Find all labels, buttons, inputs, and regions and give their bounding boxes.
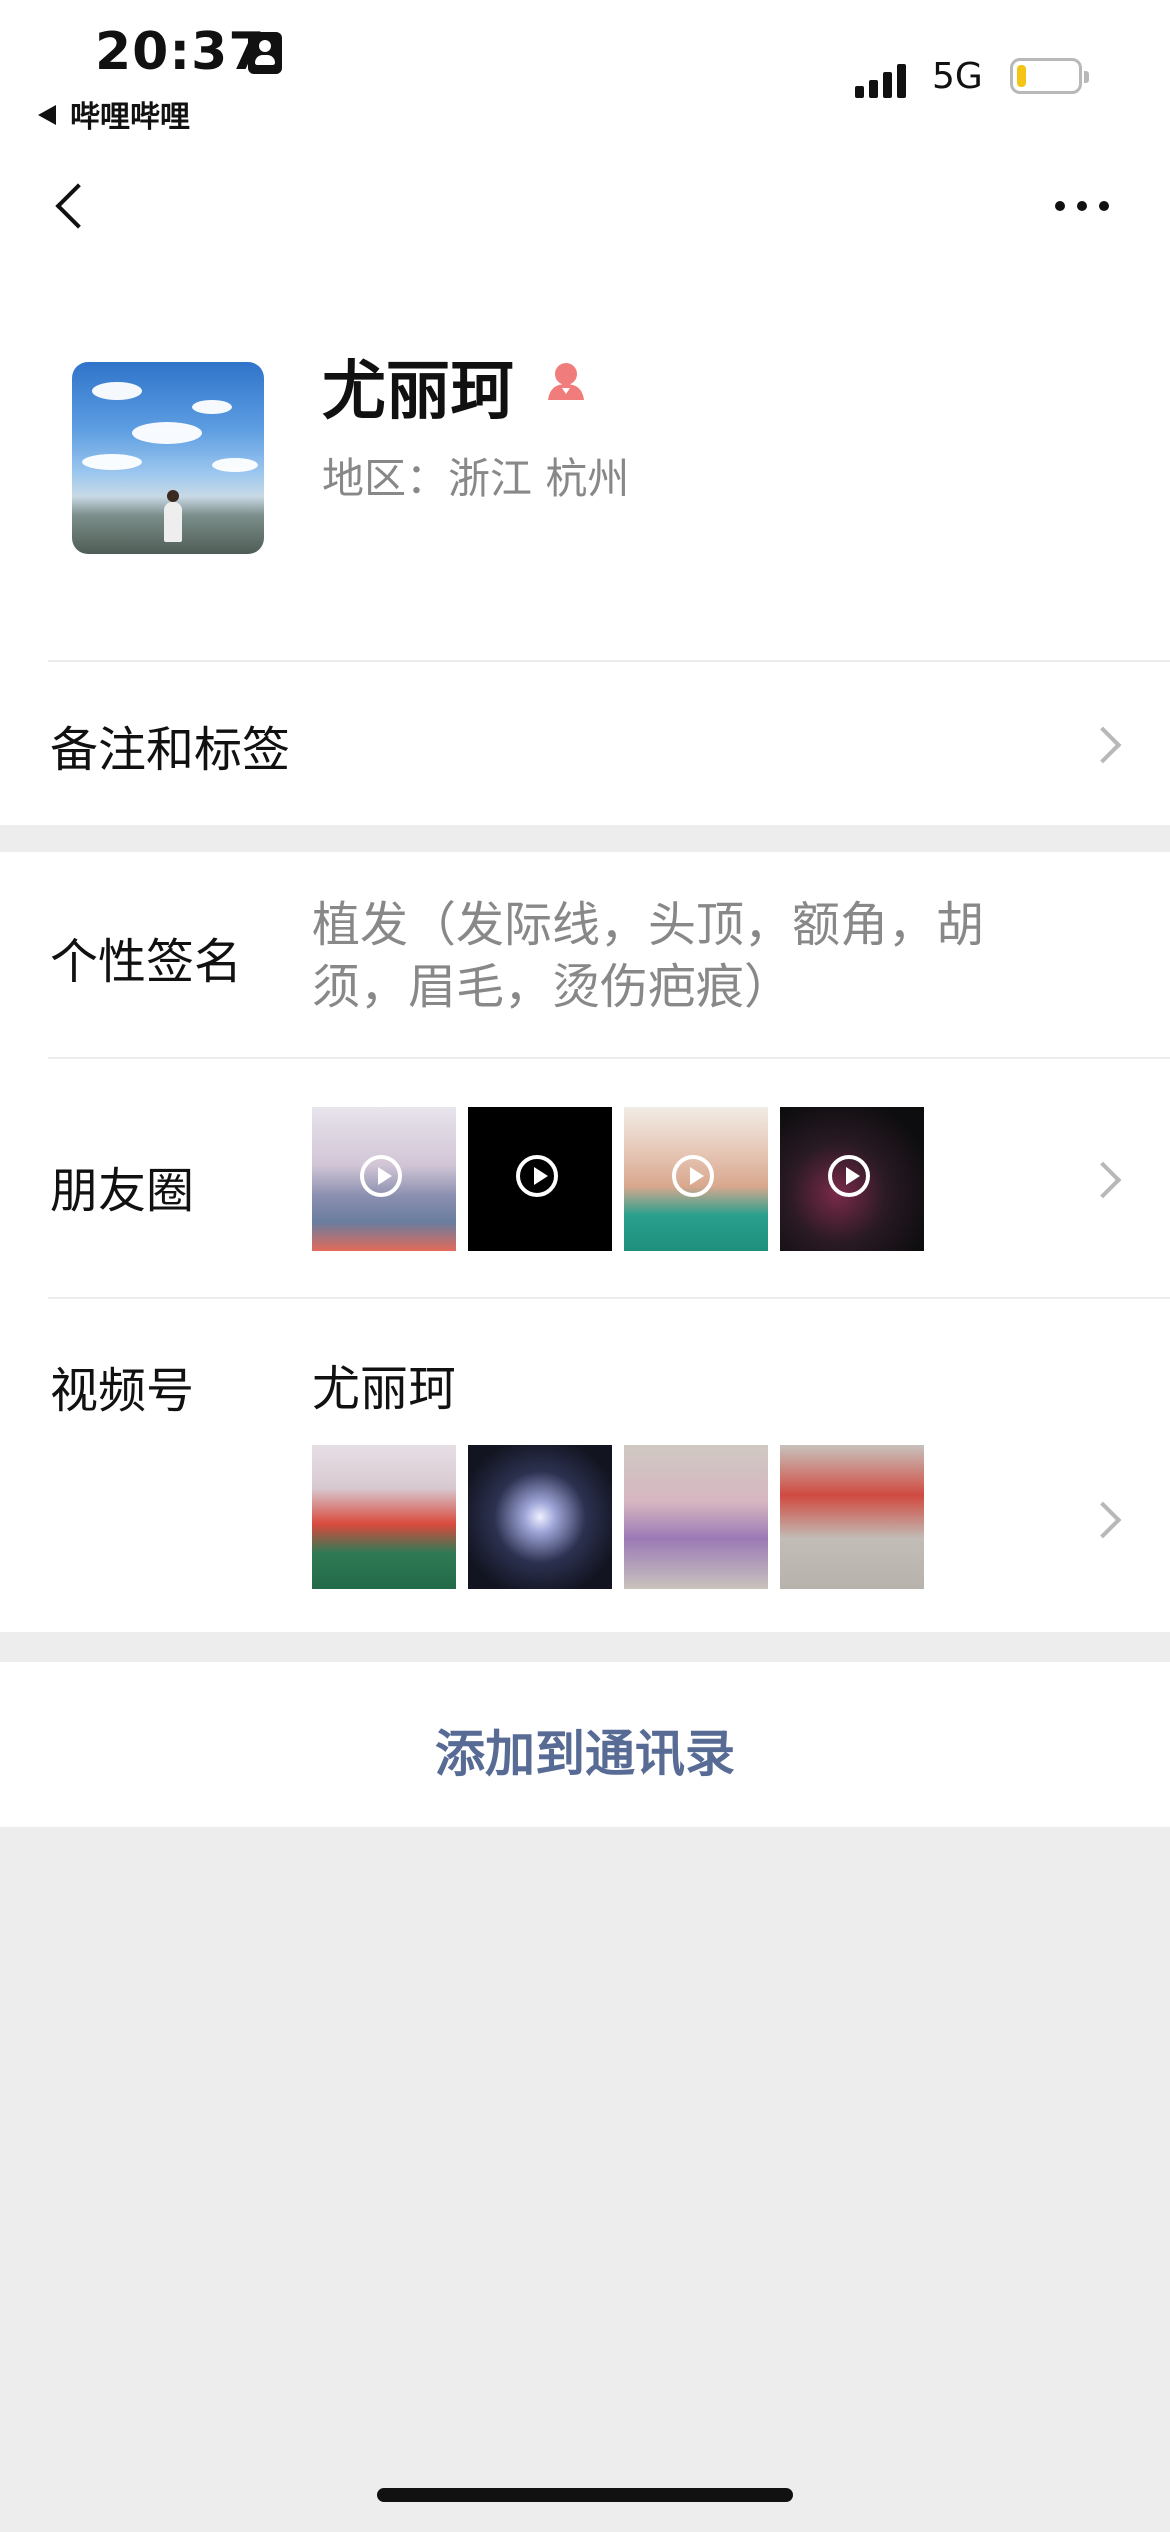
play-icon (360, 1155, 402, 1197)
channels-row[interactable]: 视频号 尤丽珂 (0, 1299, 1170, 1632)
notes-tags-label: 备注和标签 (50, 722, 291, 778)
add-contact-section: 添加到通讯录 (0, 1662, 1170, 1827)
moments-row[interactable]: 朋友圈 (0, 1059, 1170, 1297)
signature-text: 植发（发际线，头顶，额角，胡须，眉毛，烫伤疤痕） (312, 897, 985, 1015)
female-icon (548, 363, 584, 400)
moments-thumbnail[interactable] (624, 1107, 768, 1251)
moments-thumbnail[interactable] (468, 1107, 612, 1251)
channels-name: 尤丽珂 (312, 1361, 457, 1417)
notes-tags-row[interactable]: 备注和标签 (0, 660, 1170, 825)
add-to-contacts-button[interactable]: 添加到通讯录 (0, 1714, 1170, 1786)
channels-label: 视频号 (50, 1363, 195, 1419)
moments-thumbnail[interactable] (780, 1107, 924, 1251)
moments-label: 朋友圈 (50, 1163, 195, 1219)
home-indicator[interactable] (377, 2488, 793, 2502)
signal-icon (855, 58, 915, 98)
back-to-app-link[interactable]: 哔哩哔哩 (38, 92, 190, 136)
chevron-right-icon (1084, 1501, 1122, 1539)
divider (48, 660, 1170, 662)
contact-name: 尤丽珂 (322, 355, 514, 429)
status-time: 20:37 (95, 22, 266, 82)
channels-thumbnail[interactable] (780, 1445, 924, 1589)
play-icon (672, 1155, 714, 1197)
signature-label: 个性签名 (50, 934, 243, 990)
profile-details: 个性签名 植发（发际线，头顶，额角，胡须，眉毛，烫伤疤痕） 朋友圈 视频号 尤丽… (0, 852, 1170, 1632)
play-icon (516, 1155, 558, 1197)
signature-row: 个性签名 植发（发际线，头顶，额角，胡须，眉毛，烫伤疤痕） (0, 852, 1170, 1057)
chevron-right-icon (1084, 726, 1122, 764)
more-options-button[interactable] (1055, 190, 1115, 220)
back-triangle-icon (38, 105, 56, 125)
moments-thumbnail[interactable] (312, 1107, 456, 1251)
chevron-right-icon (1084, 1161, 1122, 1199)
contact-card-icon (248, 32, 282, 74)
contact-region: 地区：浙江 杭州 (322, 454, 630, 503)
battery-icon (1010, 58, 1089, 94)
channels-thumbnail[interactable] (312, 1445, 456, 1589)
avatar[interactable] (72, 362, 264, 554)
back-button[interactable] (50, 176, 94, 236)
channels-thumbnail[interactable] (468, 1445, 612, 1589)
play-icon (828, 1155, 870, 1197)
network-type: 5G (932, 56, 983, 97)
channels-thumbnail[interactable] (624, 1445, 768, 1589)
back-app-label: 哔哩哔哩 (70, 100, 190, 135)
profile-header: 尤丽珂 地区：浙江 杭州 (0, 160, 1170, 660)
status-bar: 20:37 哔哩哔哩 5G (0, 0, 1170, 160)
